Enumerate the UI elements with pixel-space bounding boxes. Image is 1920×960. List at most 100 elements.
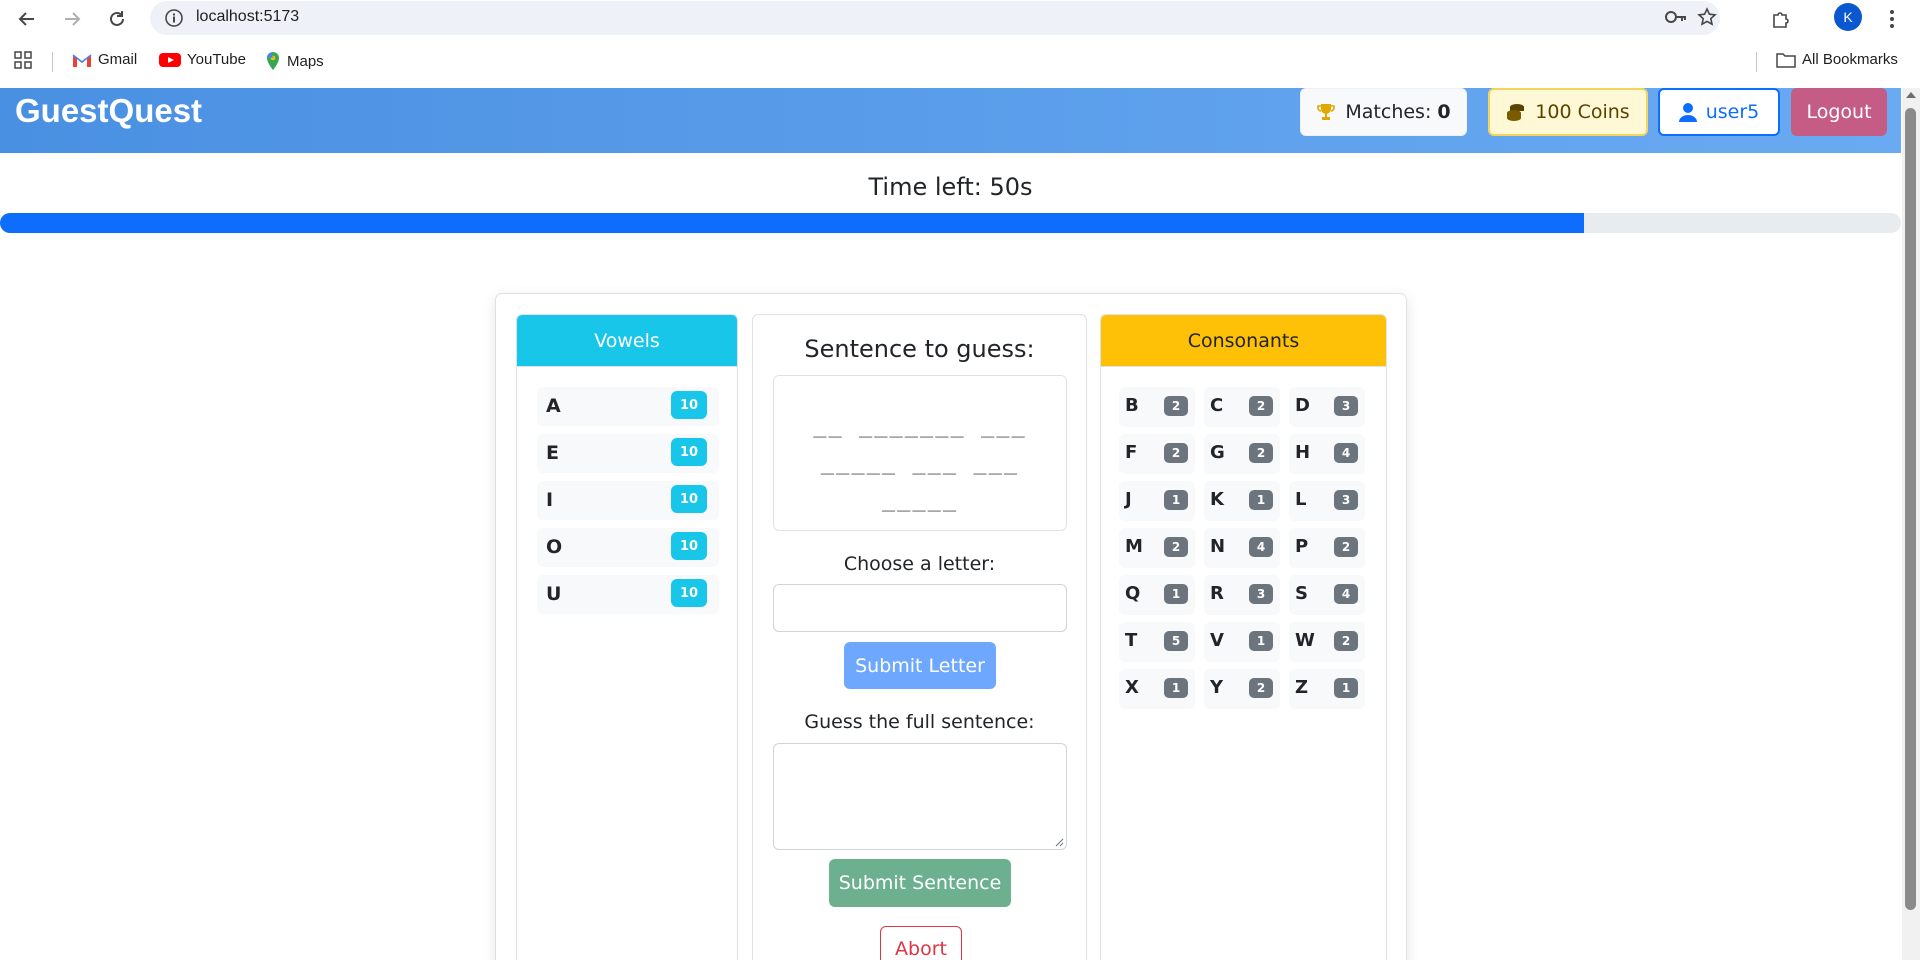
vowel-button[interactable]: I 10 [537, 481, 719, 520]
browser-chrome: localhost:5173 K Gmail YouTube Maps All … [0, 0, 1920, 88]
consonant-letter: G [1210, 442, 1225, 463]
submit-sentence-button[interactable]: Submit Sentence [829, 859, 1011, 907]
consonant-letter: V [1210, 630, 1224, 651]
consonant-button[interactable]: M2 [1119, 528, 1195, 568]
sentence-input[interactable] [773, 743, 1067, 850]
consonant-button[interactable]: D3 [1289, 387, 1365, 427]
vowel-letter: E [546, 442, 559, 464]
consonant-button[interactable]: H4 [1289, 434, 1365, 474]
consonant-letter: D [1295, 395, 1310, 416]
back-button[interactable] [12, 4, 42, 34]
extensions-button[interactable] [1766, 4, 1796, 34]
vowel-button[interactable]: A 10 [537, 387, 719, 426]
logout-button[interactable]: Logout [1791, 88, 1887, 136]
consonant-button[interactable]: Z1 [1289, 669, 1365, 709]
consonant-button[interactable]: N4 [1204, 528, 1280, 568]
bookmark-separator [52, 52, 53, 72]
submit-letter-button[interactable]: Submit Letter [844, 642, 996, 689]
consonant-button[interactable]: Q1 [1119, 575, 1195, 615]
vowel-button[interactable]: E 10 [537, 434, 719, 473]
consonant-cost-badge: 2 [1334, 631, 1358, 651]
consonants-panel: Consonants B2C2D3F2G2H4J1K1L3M2N4P2Q1R3S… [1100, 314, 1387, 960]
consonant-button[interactable]: C2 [1204, 387, 1280, 427]
vowel-cost-badge: 10 [671, 532, 707, 560]
consonant-letter: Z [1295, 677, 1309, 698]
forward-arrow-icon [65, 12, 81, 26]
bookmark-star-icon[interactable] [1697, 7, 1717, 27]
consonant-button[interactable]: X1 [1119, 669, 1195, 709]
matches-label: Matches: [1345, 101, 1432, 123]
maps-icon [267, 52, 279, 70]
consonant-button[interactable]: J1 [1119, 481, 1195, 521]
time-progress-bar [0, 213, 1901, 233]
vowel-list: A 10 E 10 I 10 O 10 U 10 [537, 387, 719, 622]
consonant-button[interactable]: F2 [1119, 434, 1195, 474]
browser-menu-button[interactable] [1877, 4, 1907, 34]
password-key-icon[interactable] [1664, 7, 1688, 27]
resize-grip-icon[interactable] [1055, 838, 1064, 847]
user-profile-button[interactable]: user5 [1658, 88, 1780, 136]
consonant-cost-badge: 2 [1334, 537, 1358, 557]
vowel-button[interactable]: O 10 [537, 528, 719, 567]
scroll-thumb[interactable] [1905, 108, 1916, 910]
masked-line: _____ ___ ___ [820, 450, 1020, 475]
consonant-cost-badge: 3 [1334, 490, 1358, 510]
bookmark-youtube[interactable]: YouTube [159, 51, 246, 68]
brand-logo[interactable]: GuestQuest [15, 92, 202, 130]
site-info-icon[interactable] [164, 8, 184, 28]
consonant-letter: C [1210, 395, 1224, 416]
app-header: GuestQuest Matches: 0 100 Coins user5 Log… [0, 88, 1901, 153]
all-bookmarks-button[interactable]: All Bookmarks [1776, 51, 1898, 68]
consonant-letter: T [1125, 630, 1138, 651]
consonant-cost-badge: 2 [1249, 443, 1273, 463]
url-text[interactable]: localhost:5173 [196, 8, 299, 26]
bookmark-gmail[interactable]: Gmail [72, 51, 137, 68]
profile-avatar[interactable]: K [1834, 3, 1862, 31]
scroll-up-arrow-icon[interactable] [1906, 92, 1916, 98]
bookmark-gmail-label: Gmail [98, 51, 138, 68]
apps-grid-icon [14, 51, 32, 69]
consonant-button[interactable]: G2 [1204, 434, 1280, 474]
coins-icon [1507, 104, 1525, 121]
consonant-cost-badge: 4 [1249, 537, 1273, 557]
guess-panel: Sentence to guess: __ _______ ___ _____ … [752, 314, 1087, 960]
consonant-button[interactable]: L3 [1289, 481, 1365, 521]
consonant-button[interactable]: R3 [1204, 575, 1280, 615]
bookmark-maps[interactable]: Maps [265, 51, 324, 71]
vowel-letter: I [546, 489, 554, 511]
consonant-button[interactable]: T5 [1119, 622, 1195, 662]
consonant-cost-badge: 5 [1164, 631, 1188, 651]
consonant-button[interactable]: B2 [1119, 387, 1195, 427]
user-icon [1678, 103, 1697, 122]
consonant-button[interactable]: S4 [1289, 575, 1365, 615]
trophy-icon [1317, 104, 1336, 120]
reload-icon [110, 11, 124, 26]
vowel-button[interactable]: U 10 [537, 575, 719, 614]
kebab-menu-icon [1890, 10, 1894, 28]
consonant-letter: W [1295, 630, 1315, 651]
consonant-letter: P [1295, 536, 1309, 557]
vowel-cost-badge: 10 [671, 485, 707, 513]
abort-button[interactable]: Abort [880, 926, 962, 960]
address-bar[interactable]: localhost:5173 [150, 1, 1720, 35]
consonant-letter: R [1210, 583, 1224, 604]
matches-counter: Matches: 0 [1300, 88, 1467, 136]
consonant-cost-badge: 1 [1164, 678, 1188, 698]
consonant-button[interactable]: V1 [1204, 622, 1280, 662]
consonant-cost-badge: 1 [1249, 490, 1273, 510]
consonant-button[interactable]: W2 [1289, 622, 1365, 662]
letter-input[interactable] [773, 584, 1067, 632]
apps-button[interactable] [14, 51, 38, 69]
consonant-cost-badge: 2 [1249, 396, 1273, 416]
matches-value: 0 [1437, 101, 1451, 123]
forward-button[interactable] [57, 4, 87, 34]
consonant-button[interactable]: K1 [1204, 481, 1280, 521]
vowel-letter: A [546, 395, 561, 417]
page-scrollbar[interactable] [1902, 88, 1920, 960]
vowel-letter: U [546, 583, 562, 605]
vowel-letter: O [546, 536, 563, 558]
consonant-cost-badge: 3 [1249, 584, 1273, 604]
consonant-button[interactable]: Y2 [1204, 669, 1280, 709]
consonant-button[interactable]: P2 [1289, 528, 1365, 568]
reload-button[interactable] [102, 4, 132, 34]
